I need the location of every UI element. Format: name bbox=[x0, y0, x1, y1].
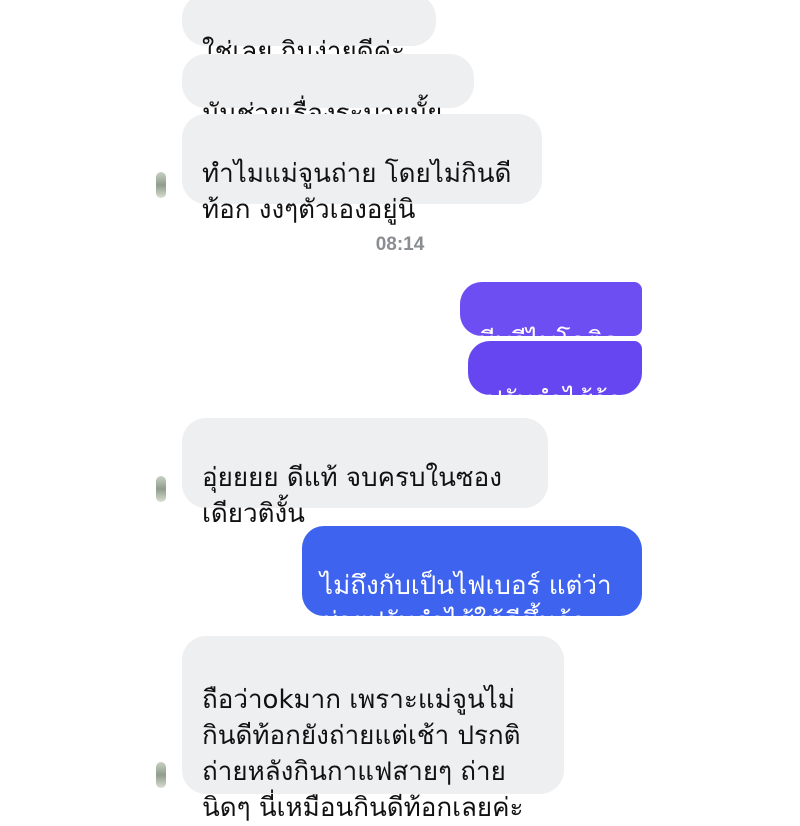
message-text: ทำไมแม่จูนถ่าย โดยไม่กินดี ท้อก งงๆตัวเอ… bbox=[202, 159, 512, 225]
incoming-message[interactable]: ทำไมแม่จูนถ่าย โดยไม่กินดี ท้อก งงๆตัวเอ… bbox=[182, 114, 542, 225]
incoming-message[interactable]: มันช่วยเรื่องระบายมั้ย bbox=[182, 54, 474, 129]
incoming-message[interactable]: อุ่ยยยย ดีแท้ จบครบในซอง เดียวติงั้น bbox=[182, 418, 548, 529]
message-timestamp: 08:14 bbox=[375, 234, 425, 255]
sender-avatar[interactable] bbox=[156, 762, 166, 788]
incoming-message[interactable]: ใช่เลย กินง่ายดีค่ะ bbox=[182, 0, 436, 67]
message-text: ไม่ถึงกับเป็นไฟเบอร์ แต่ว่า ช่วยปรับลำไส… bbox=[320, 571, 612, 637]
outgoing-message[interactable]: ไม่ถึงกับเป็นไฟเบอร์ แต่ว่า ช่วยปรับลำไส… bbox=[302, 526, 642, 637]
message-text: อุ่ยยยย ดีแท้ จบครบในซอง เดียวติงั้น bbox=[202, 463, 502, 529]
incoming-message[interactable]: ถือว่าokมาก เพราะแม่จูนไม่ กินดีท้อกยังถ… bbox=[182, 636, 564, 823]
outgoing-message[interactable]: ปรับลำไส้จ้า bbox=[468, 341, 642, 416]
sender-avatar[interactable] bbox=[156, 476, 166, 502]
chat-thread: ใช่เลย กินง่ายดีค่ะ มันช่วยเรื่องระบายมั… bbox=[0, 0, 800, 823]
message-text: ถือว่าokมาก เพราะแม่จูนไม่ กินดีท้อกยังถ… bbox=[202, 685, 524, 823]
sender-avatar[interactable] bbox=[156, 172, 166, 198]
outgoing-message[interactable]: มีพรีไพโอติก bbox=[460, 282, 642, 357]
message-text: ปรับลำไส้จ้า bbox=[486, 386, 623, 416]
